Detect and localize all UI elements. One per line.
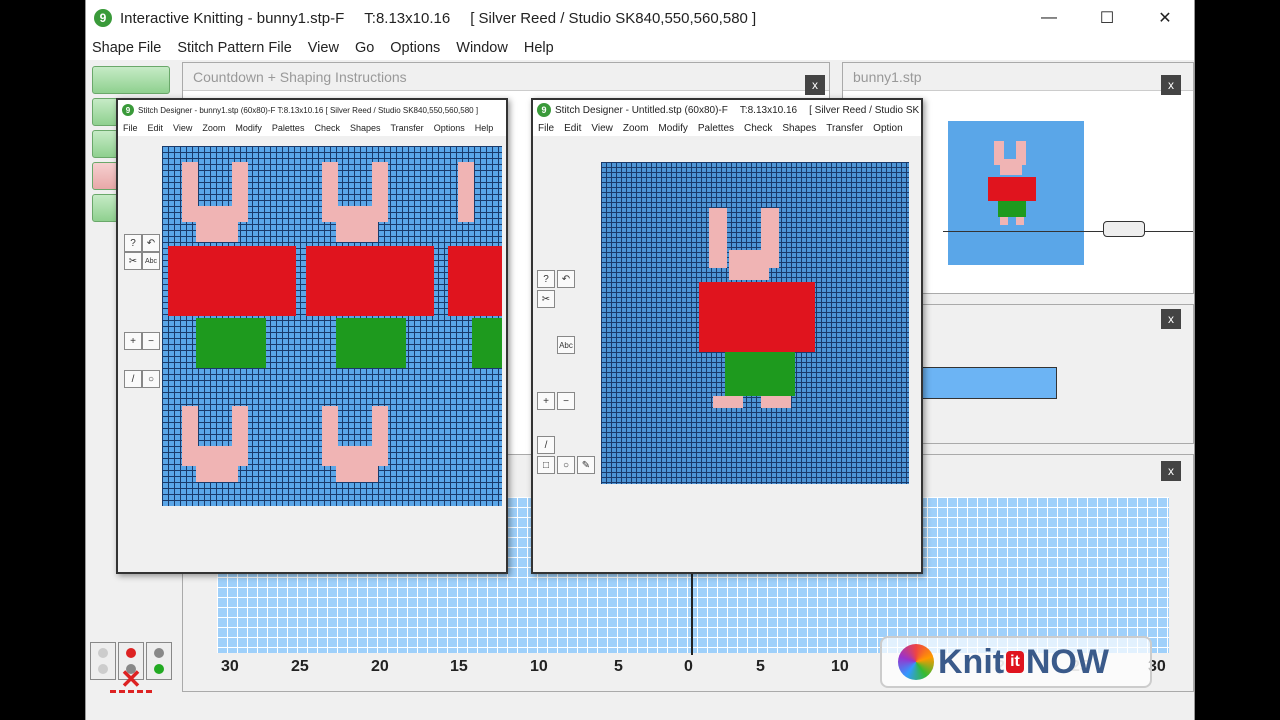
maximize-button[interactable]: ☐ bbox=[1078, 0, 1136, 36]
designer-right-logo-icon: 9 bbox=[537, 103, 551, 117]
designer-right-menu-zoom[interactable]: Zoom bbox=[618, 123, 654, 134]
designer-left-menu-view[interactable]: View bbox=[168, 123, 197, 133]
stitch-designer-left-window[interactable]: 9 Stitch Designer - bunny1.stp (60x80)-F … bbox=[116, 98, 508, 574]
zoom-out-tool-icon[interactable]: − bbox=[142, 332, 160, 350]
carriage-rail bbox=[943, 231, 1193, 232]
help-tool-icon[interactable]: ? bbox=[537, 270, 555, 288]
stitch-designer-right-window[interactable]: 9 Stitch Designer - Untitled.stp (60x80)-… bbox=[531, 98, 923, 574]
designer-left-logo-icon: 9 bbox=[122, 104, 134, 116]
designer-right-menu-file[interactable]: File bbox=[533, 123, 559, 134]
rectangle-tool-icon[interactable]: □ bbox=[537, 456, 555, 474]
zoom-in-tool-icon[interactable]: + bbox=[124, 332, 142, 350]
undo-tool-icon[interactable]: ↶ bbox=[142, 234, 160, 252]
zoom-out-tool-icon[interactable]: − bbox=[557, 392, 575, 410]
designer-right-menu-modify[interactable]: Modify bbox=[653, 123, 692, 134]
menu-stitch-pattern-file[interactable]: Stitch Pattern File bbox=[169, 40, 299, 56]
undo-tool-icon[interactable]: ↶ bbox=[557, 270, 575, 288]
menu-go[interactable]: Go bbox=[347, 40, 382, 56]
designer-left-menu-modify[interactable]: Modify bbox=[230, 123, 267, 133]
designer-right-menu: File Edit View Zoom Modify Palettes Chec… bbox=[533, 120, 921, 136]
designer-left-menu-zoom[interactable]: Zoom bbox=[197, 123, 230, 133]
menu-window[interactable]: Window bbox=[448, 40, 516, 56]
circle-tool-icon[interactable]: ○ bbox=[142, 370, 160, 388]
designer-right-menu-palettes[interactable]: Palettes bbox=[693, 123, 739, 134]
menu-help[interactable]: Help bbox=[516, 40, 562, 56]
app-logo-icon: 9 bbox=[94, 9, 112, 27]
ruler-label: 20 bbox=[371, 658, 389, 675]
ruler-label: 10 bbox=[831, 658, 849, 675]
cut-tool-icon[interactable]: ✂ bbox=[124, 252, 142, 270]
app-window: 9 Interactive Knitting - bunny1.stp-F T:… bbox=[85, 0, 1195, 720]
text-tool-icon[interactable]: Abc bbox=[557, 336, 575, 354]
watermark-it-text: it bbox=[1006, 651, 1024, 673]
ruler-label: 5 bbox=[614, 658, 623, 675]
bunny-preview-title: bunny1.stp bbox=[843, 63, 1193, 91]
designer-right-menu-options[interactable]: Option bbox=[868, 123, 907, 134]
ruler-label: 30 bbox=[221, 658, 239, 675]
pencil-tool-icon[interactable]: ✎ bbox=[577, 456, 595, 474]
bunny-preview-close-icon[interactable]: x bbox=[1161, 75, 1181, 95]
ruler-label: 5 bbox=[756, 658, 765, 675]
designer-left-menu-help[interactable]: Help bbox=[470, 123, 499, 133]
menu-shape-file[interactable]: Shape File bbox=[86, 40, 169, 56]
countdown-close-icon[interactable]: x bbox=[805, 75, 825, 95]
watermark-knit-text: Knit bbox=[938, 642, 1005, 681]
designer-right-menu-shapes[interactable]: Shapes bbox=[777, 123, 821, 134]
designer-right-menu-view[interactable]: View bbox=[586, 123, 618, 134]
line-tool-icon[interactable]: / bbox=[124, 370, 142, 388]
designer-left-menu-file[interactable]: File bbox=[118, 123, 143, 133]
ruler-label: 25 bbox=[291, 658, 309, 675]
designer-left-menu: File Edit View Zoom Modify Palettes Chec… bbox=[118, 120, 506, 136]
help-tool-icon[interactable]: ? bbox=[124, 234, 142, 252]
designer-right-menu-check[interactable]: Check bbox=[739, 123, 777, 134]
delete-icon[interactable]: ✕ bbox=[110, 665, 152, 693]
designer-left-title: Stitch Designer - bunny1.stp (60x80)-F T… bbox=[138, 105, 479, 115]
designer-left-menu-options[interactable]: Options bbox=[429, 123, 470, 133]
carriage-icon bbox=[1103, 221, 1145, 237]
designer-left-menu-check[interactable]: Check bbox=[309, 123, 345, 133]
app-machine: [ Silver Reed / Studio SK840,550,560,580… bbox=[470, 9, 757, 27]
pattern-grid-repeat[interactable] bbox=[162, 146, 502, 506]
designer-right-menu-edit[interactable]: Edit bbox=[559, 123, 586, 134]
ruler-label: 15 bbox=[450, 658, 468, 675]
ruler-label: 10 bbox=[530, 658, 548, 675]
designer-left-menu-shapes[interactable]: Shapes bbox=[345, 123, 386, 133]
close-button[interactable]: ✕ bbox=[1136, 0, 1194, 36]
designer-right-machine: [ Silver Reed / Studio SK bbox=[809, 104, 920, 116]
designer-right-title: Stitch Designer - Untitled.stp (60x80)-F bbox=[555, 104, 728, 116]
title-bar: 9 Interactive Knitting - bunny1.stp-F T:… bbox=[86, 0, 1194, 36]
line-tool-icon[interactable]: / bbox=[537, 436, 555, 454]
menu-view[interactable]: View bbox=[300, 40, 347, 56]
menu-options[interactable]: Options bbox=[382, 40, 448, 56]
designer-left-menu-transfer[interactable]: Transfer bbox=[386, 123, 429, 133]
zoom-in-tool-icon[interactable]: + bbox=[537, 392, 555, 410]
knit-it-now-logo-icon bbox=[898, 644, 934, 680]
designer-right-menu-transfer[interactable]: Transfer bbox=[821, 123, 868, 134]
minimize-button[interactable]: — bbox=[1020, 0, 1078, 36]
bunny-thumbnail bbox=[948, 121, 1084, 265]
designer-left-menu-palettes[interactable]: Palettes bbox=[267, 123, 310, 133]
countdown-title: Countdown + Shaping Instructions bbox=[183, 63, 829, 91]
watermark-now-text: NOW bbox=[1025, 642, 1109, 681]
circle-tool-icon[interactable]: ○ bbox=[557, 456, 575, 474]
ruler-label: 0 bbox=[684, 658, 693, 675]
menu-bar: Shape File Stitch Pattern File View Go O… bbox=[86, 36, 1194, 60]
text-tool-icon[interactable]: Abc bbox=[142, 252, 160, 270]
progress-bar bbox=[921, 367, 1057, 399]
garment-shape-button[interactable] bbox=[92, 66, 170, 94]
pattern-grid-single[interactable] bbox=[601, 162, 909, 484]
designer-left-menu-edit[interactable]: Edit bbox=[143, 123, 169, 133]
knit-grid-close-icon[interactable]: x bbox=[1161, 461, 1181, 481]
knit-it-now-watermark: Knit it NOW bbox=[880, 636, 1152, 688]
app-title: Interactive Knitting - bunny1.stp-F bbox=[120, 9, 345, 27]
cut-tool-icon[interactable]: ✂ bbox=[537, 290, 555, 308]
app-dimensions: T:8.13x10.16 bbox=[364, 9, 451, 27]
designer-right-dimensions: T:8.13x10.16 bbox=[739, 104, 798, 116]
row-counter-close-icon[interactable]: x bbox=[1161, 309, 1181, 329]
